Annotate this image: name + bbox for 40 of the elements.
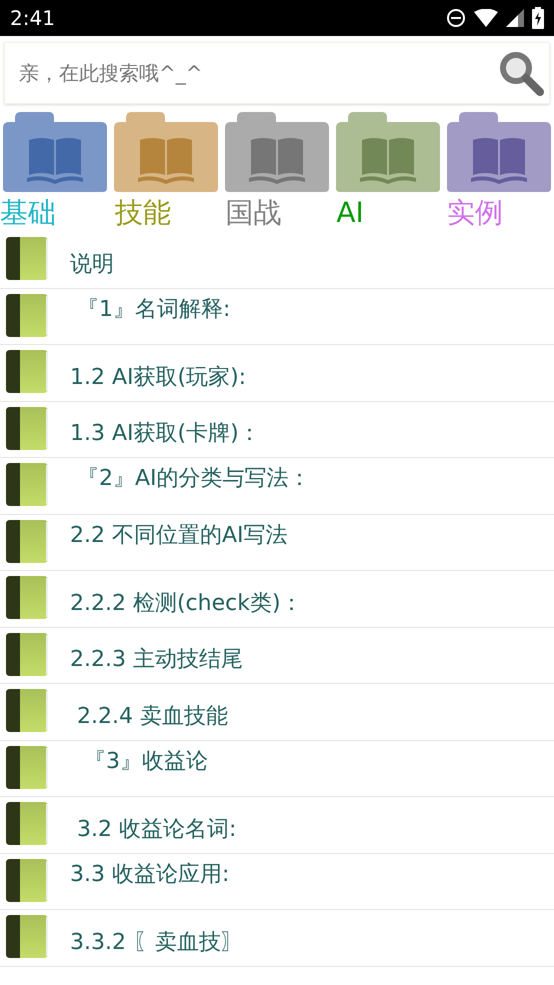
do-not-disturb-icon [446, 8, 466, 28]
book-icon [6, 294, 49, 336]
list-item-title[interactable]: 2.2.4 卖血技能 [70, 702, 228, 732]
list-item-title[interactable]: 3.3 收益论应用: [70, 860, 230, 890]
list-item-title[interactable]: 『3』收益论 [70, 746, 208, 776]
folder-book-icon[interactable] [334, 110, 442, 194]
clock-time: 2:41 [10, 5, 55, 32]
folder-book-icon[interactable] [222, 110, 331, 194]
list-item-title[interactable]: 1.2 AI获取(玩家): [70, 362, 246, 393]
book-icon [6, 406, 49, 450]
list-item-title[interactable]: 2.2 不同位置的AI写法 [70, 520, 288, 550]
battery-icon [532, 7, 544, 29]
book-icon [6, 576, 49, 619]
search-field[interactable]: 亲，在此搜索哦^_^ [4, 42, 550, 104]
list-item-title[interactable]: 1.3 AI获取(卡牌)： [70, 419, 261, 450]
book-icon [6, 915, 49, 958]
category-label[interactable]: 国战 [222, 194, 282, 232]
folder-book-icon[interactable] [112, 110, 220, 194]
book-icon [6, 520, 49, 562]
list-item-title[interactable]: 3.3.2 〖卖血技〗 [70, 928, 243, 958]
search-icon[interactable] [498, 50, 544, 96]
wifi-icon [474, 9, 498, 27]
book-icon [6, 463, 49, 506]
list-item-title[interactable]: 说明 [70, 250, 114, 280]
book-icon [6, 689, 49, 732]
list-item-title[interactable]: 3.2 收益论名词: [70, 814, 236, 845]
list-item-title[interactable]: 『1』名词解释: [70, 294, 230, 324]
book-icon [6, 858, 49, 902]
book-icon [6, 632, 49, 676]
category-label[interactable]: AI [332, 194, 364, 232]
list-item-title[interactable]: 『2』AI的分类与写法： [70, 464, 311, 494]
list-item-title[interactable]: 2.2.3 主动技结尾 [70, 645, 243, 676]
book-icon [6, 802, 49, 845]
book-icon [6, 350, 49, 393]
list-item-title[interactable]: 2.2.2 检测(check类)： [70, 588, 303, 619]
book-icon [6, 746, 49, 788]
folder-book-icon[interactable] [1, 110, 110, 194]
book-icon [6, 237, 49, 280]
folder-book-icon[interactable] [444, 110, 553, 194]
signal-icon [506, 9, 524, 27]
